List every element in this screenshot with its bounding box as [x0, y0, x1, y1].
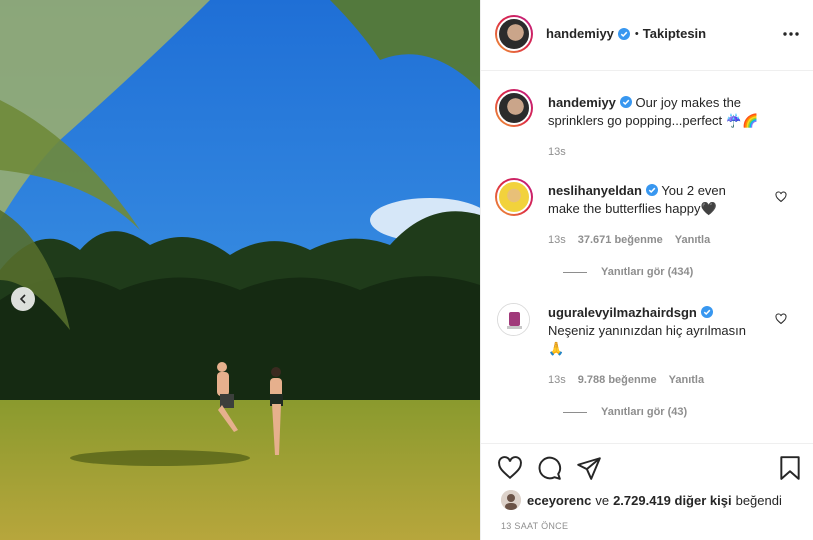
reply-button[interactable]: Yanıtla: [675, 234, 710, 246]
comment-username[interactable]: neslihanyeldan: [548, 183, 642, 198]
caption-username[interactable]: handemiyy: [548, 95, 616, 110]
comment-1: neslihanyeldan You 2 even make the butte…: [548, 182, 748, 218]
comment-likes[interactable]: 37.671 beğenme: [578, 234, 663, 246]
view-replies-label: Yanıtları gör (434): [601, 266, 694, 278]
likes-suffix: beğendi: [735, 492, 782, 508]
verified-badge-icon: [645, 184, 658, 196]
comment-avatar[interactable]: [497, 303, 530, 336]
comment-avatar[interactable]: [495, 178, 533, 216]
salon-logo: [498, 304, 529, 335]
caption-avatar[interactable]: [495, 89, 533, 127]
post-photo[interactable]: [0, 0, 480, 540]
comment-username[interactable]: uguralevyilmazhairdsgn: [548, 305, 697, 320]
comment-like-heart-icon[interactable]: [775, 313, 787, 325]
post-timestamp: 13 SAAT ÖNCE: [501, 521, 569, 531]
caption: handemiyy Our joy makes the sprinklers g…: [548, 94, 768, 130]
view-replies-button[interactable]: Yanıtları gör (434): [563, 266, 693, 278]
replies-divider: [563, 271, 587, 273]
comment-text: Neşeniz yanınızdan hiç ayrılmasın 🙏: [548, 323, 746, 356]
verified-badge-icon: [617, 27, 630, 40]
comment-time: 13s: [548, 234, 566, 246]
liker-username[interactable]: eceyorenc: [527, 493, 591, 508]
comment-likes[interactable]: 9.788 beğenme: [578, 374, 657, 386]
caption-time: 13s: [548, 146, 566, 158]
heart-icon[interactable]: [497, 455, 523, 481]
chevron-left-icon: [19, 294, 26, 304]
actions-divider: [481, 443, 813, 444]
liker-avatar[interactable]: [501, 490, 521, 510]
verified-badge-icon: [619, 96, 632, 108]
comment-like-heart-icon[interactable]: [775, 191, 787, 203]
comment-2: uguralevyilmazhairdsgn Neşeniz yanınızda…: [548, 304, 758, 358]
view-replies-label: Yanıtları gör (43): [601, 406, 688, 418]
comment-meta: 13s 9.788 beğenme Yanıtla: [548, 374, 704, 386]
follow-status-button[interactable]: Takiptesin: [643, 26, 706, 41]
likes-count[interactable]: 2.729.419 diğer kişi: [613, 493, 732, 508]
replies-divider: [563, 411, 587, 413]
view-replies-button[interactable]: Yanıtları gör (43): [563, 406, 687, 418]
liker-avatar-image: [501, 490, 521, 510]
reply-button[interactable]: Yanıtla: [669, 374, 704, 386]
bookmark-icon[interactable]: [777, 455, 803, 481]
post-photo-illustration: [0, 0, 480, 540]
likes-connector: ve: [595, 492, 610, 508]
verified-badge-icon: [700, 306, 713, 318]
comment-bubble-icon[interactable]: [536, 455, 562, 481]
comment-meta: 13s 37.671 beğenme Yanıtla: [548, 234, 710, 246]
comment-time: 13s: [548, 374, 566, 386]
more-options-icon[interactable]: [783, 31, 799, 37]
post-header: handemiyy • Takiptesin: [481, 0, 813, 71]
paper-plane-icon[interactable]: [576, 455, 602, 481]
carousel-prev-button[interactable]: [11, 287, 35, 311]
likes-summary: eceyorenc ve 2.729.419 diğer kişi beğend…: [501, 490, 782, 510]
header-separator: •: [634, 27, 639, 40]
author-username[interactable]: handemiyy: [546, 26, 614, 41]
post-side-panel: handemiyy • Takiptesin handemiyy Our joy…: [480, 0, 813, 540]
author-avatar[interactable]: [495, 15, 533, 53]
